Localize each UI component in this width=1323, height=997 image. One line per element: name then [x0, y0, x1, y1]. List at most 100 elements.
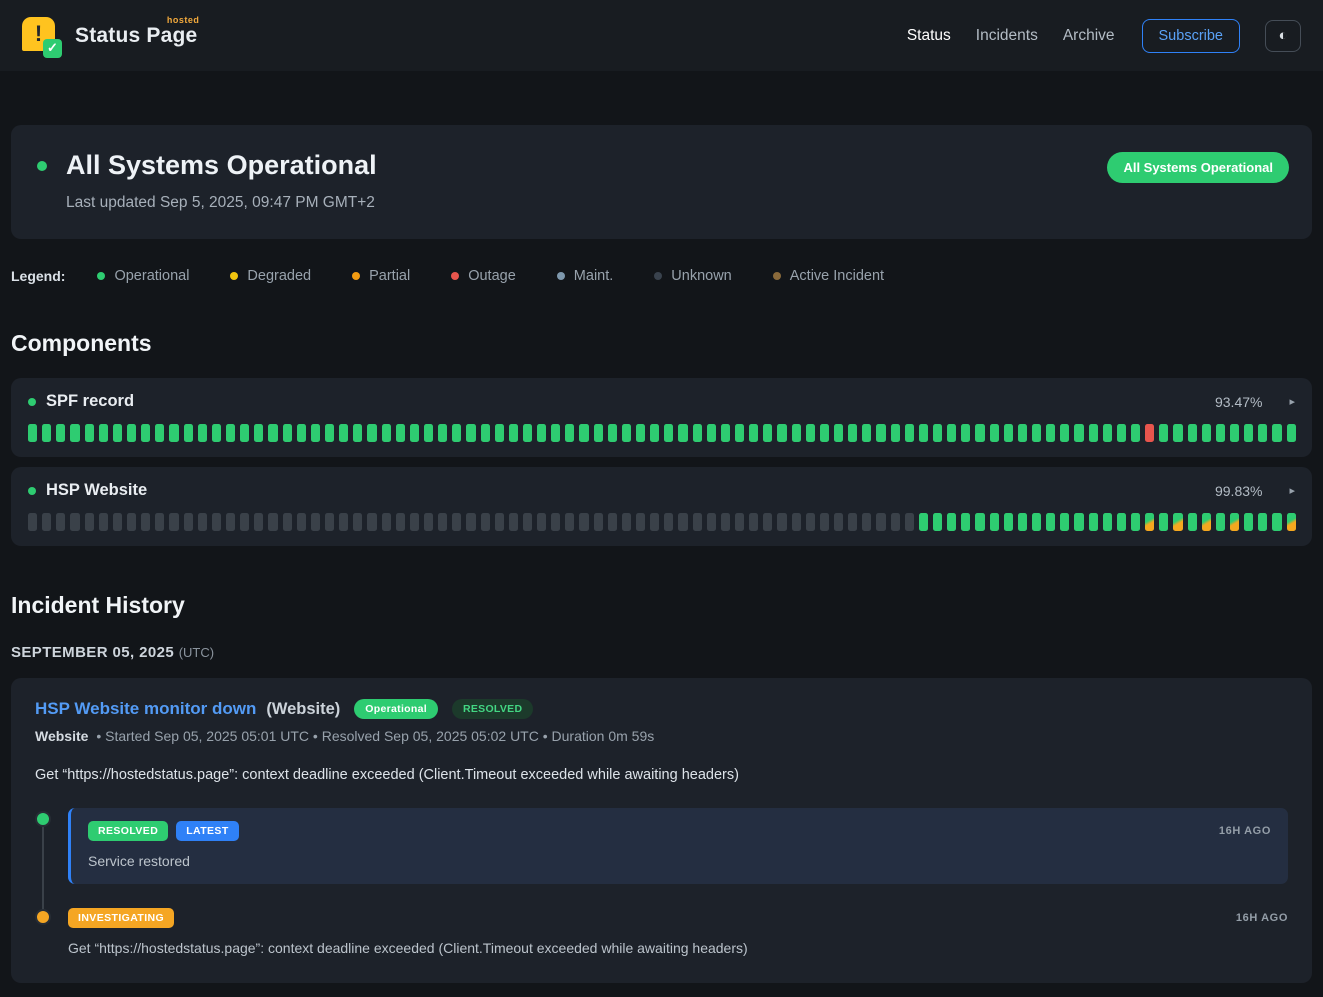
uptime-bar-nodata — [848, 513, 857, 531]
uptime-bar-nodata — [226, 513, 235, 531]
uptime-bar-up — [1216, 513, 1225, 531]
incident-date-timezone: (UTC) — [179, 645, 214, 660]
uptime-bar-nodata — [509, 513, 518, 531]
uptime-bar-partial — [1173, 513, 1182, 531]
uptime-bar-up — [495, 424, 504, 442]
incident-component-name: (Website) — [266, 700, 340, 719]
uptime-bar-nodata — [452, 513, 461, 531]
uptime-bar-nodata — [283, 513, 292, 531]
update-plain-body: INVESTIGATING 16H AGO Get “https://hoste… — [68, 906, 1288, 956]
uptime-bar-up — [169, 424, 178, 442]
uptime-bar-nodata — [523, 513, 532, 531]
degraded-dot-icon — [230, 272, 238, 280]
uptime-bar-up — [113, 424, 122, 442]
incident-meta: Website • Started Sep 05, 2025 05:01 UTC… — [35, 728, 1288, 744]
uptime-bar-nodata — [169, 513, 178, 531]
uptime-bar-nodata — [594, 513, 603, 531]
legend-label: Legend: — [11, 268, 65, 284]
uptime-bar-nodata — [481, 513, 490, 531]
chevron-right-icon[interactable]: ▸ — [1289, 395, 1295, 408]
uptime-bar-nodata — [876, 513, 885, 531]
uptime-bar-up — [848, 424, 857, 442]
uptime-bar-up — [1244, 513, 1253, 531]
nav-link-archive[interactable]: Archive — [1063, 27, 1115, 45]
operational-badge: Operational — [354, 699, 438, 719]
uptime-bar-up — [155, 424, 164, 442]
uptime-bar-up — [862, 424, 871, 442]
update-message: Service restored — [88, 853, 1271, 869]
uptime-bar-up — [1032, 424, 1041, 442]
uptime-bar-nodata — [579, 513, 588, 531]
component-card-spf-record: SPF record 93.47% ▸ — [11, 378, 1312, 457]
incident-card: HSP Website monitor down (Website) Opera… — [11, 678, 1312, 983]
uptime-bar-up — [226, 424, 235, 442]
uptime-bar-partial — [1202, 513, 1211, 531]
incident-history-title: Incident History — [11, 592, 1312, 619]
uptime-bar-up — [240, 424, 249, 442]
brand-superscript: hosted — [167, 15, 200, 25]
uptime-bar-up — [735, 424, 744, 442]
uptime-bar-up — [127, 424, 136, 442]
uptime-bar-up — [99, 424, 108, 442]
uptime-bar-up — [212, 424, 221, 442]
uptime-bar-up — [42, 424, 51, 442]
uptime-bar-up — [990, 513, 999, 531]
legend-item-maint: Maint. — [557, 268, 614, 284]
uptime-bar-nodata — [721, 513, 730, 531]
status-banner: All Systems Operational Last updated Sep… — [11, 125, 1312, 239]
uptime-bar-up — [1060, 424, 1069, 442]
theme-toggle-button[interactable]: ◐ — [1265, 20, 1301, 52]
uptime-bar-up — [410, 424, 419, 442]
uptime-bar-nodata — [551, 513, 560, 531]
active-incident-dot-icon — [773, 272, 781, 280]
uptime-bar-nodata — [297, 513, 306, 531]
subscribe-button[interactable]: Subscribe — [1142, 19, 1240, 53]
component-header[interactable]: HSP Website 99.83% ▸ — [28, 481, 1295, 500]
chevron-right-icon[interactable]: ▸ — [1289, 484, 1295, 497]
uptime-bar-up — [198, 424, 207, 442]
uptime-bar-up — [382, 424, 391, 442]
uptime-bar-up — [396, 424, 405, 442]
check-icon: ✓ — [43, 39, 62, 58]
uptime-bar-nodata — [353, 513, 362, 531]
legend-item-label: Maint. — [574, 268, 614, 284]
uptime-bar-up — [311, 424, 320, 442]
uptime-bar-nodata — [155, 513, 164, 531]
uptime-bar-up — [919, 424, 928, 442]
uptime-bar-nodata — [636, 513, 645, 531]
investigating-badge: INVESTIGATING — [68, 908, 174, 928]
uptime-bar-up — [268, 424, 277, 442]
brand-logo[interactable]: ! ✓ Status Page hosted — [22, 17, 197, 55]
operational-dot-icon — [28, 398, 36, 406]
uptime-bar-nodata — [339, 513, 348, 531]
legend-item-label: Active Incident — [790, 268, 884, 284]
operational-dot-icon — [28, 487, 36, 495]
uptime-bar-nodata — [113, 513, 122, 531]
uptime-bars — [28, 513, 1295, 531]
uptime-bar-up — [678, 424, 687, 442]
uptime-bar-nodata — [184, 513, 193, 531]
uptime-bar-up — [56, 424, 65, 442]
nav-link-incidents[interactable]: Incidents — [976, 27, 1038, 45]
component-uptime-percent: 99.83% — [1215, 483, 1262, 499]
uptime-bar-up — [579, 424, 588, 442]
uptime-bar-up — [933, 513, 942, 531]
status-title-row: All Systems Operational — [37, 150, 1286, 181]
uptime-bar-up — [70, 424, 79, 442]
uptime-bar-nodata — [537, 513, 546, 531]
status-title: All Systems Operational — [66, 150, 377, 181]
uptime-bar-up — [1188, 513, 1197, 531]
component-header[interactable]: SPF record 93.47% ▸ — [28, 392, 1295, 411]
incident-title-link[interactable]: HSP Website monitor down — [35, 699, 256, 719]
uptime-bar-up — [523, 424, 532, 442]
uptime-bar-up — [1004, 513, 1013, 531]
uptime-bar-up — [947, 513, 956, 531]
uptime-bar-up — [792, 424, 801, 442]
uptime-bar-nodata — [325, 513, 334, 531]
uptime-bar-up — [763, 424, 772, 442]
nav-link-status[interactable]: Status — [907, 27, 951, 45]
components-section-title: Components — [11, 330, 1312, 357]
uptime-bar-up — [1272, 513, 1281, 531]
uptime-bar-nodata — [650, 513, 659, 531]
uptime-bar-up — [961, 424, 970, 442]
